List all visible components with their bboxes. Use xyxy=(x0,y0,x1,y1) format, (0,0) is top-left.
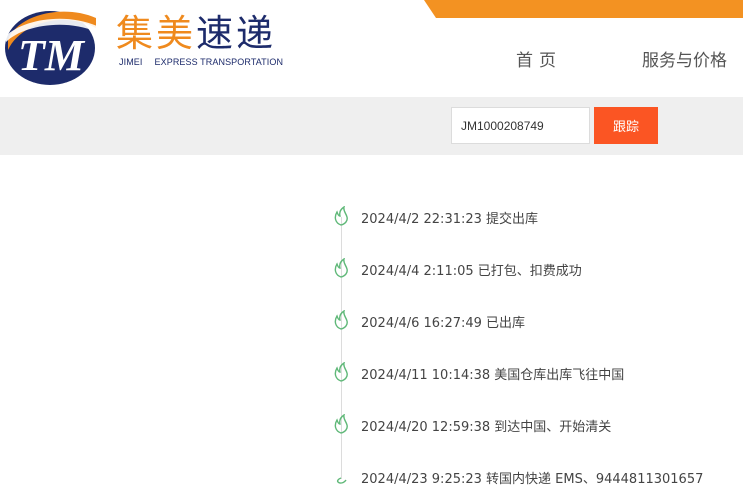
timeline-event-text: 2024/4/20 12:59:38 到达中国、开始清关 xyxy=(361,420,612,435)
header-accent-bar xyxy=(424,0,743,18)
leaf-icon xyxy=(334,362,348,382)
timeline-event-text: 2024/4/23 9:25:23 转国内快递 EMS、944481130165… xyxy=(361,472,704,487)
timeline-item: 2024/4/6 16:27:49 已出库 xyxy=(330,309,743,333)
leaf-icon xyxy=(334,310,348,330)
timeline-item: 2024/4/11 10:14:38 美国仓库出库飞往中国 xyxy=(330,361,743,385)
timeline-item: 2024/4/4 2:11:05 已打包、扣费成功 xyxy=(330,257,743,281)
leaf-icon xyxy=(334,414,348,434)
track-button[interactable]: 跟踪 xyxy=(594,107,658,144)
nav-home-link[interactable]: 首页 xyxy=(516,46,562,71)
site-header: TM 集美速递 JIMEI EXPRESS TRANSPORTATION 首页 服… xyxy=(0,0,743,97)
timeline-item: 2024/4/2 22:31:23 提交出库 xyxy=(330,205,743,229)
timeline-event-text: 2024/4/2 22:31:23 提交出库 xyxy=(361,212,539,227)
nav-services-pricing-link[interactable]: 服务与价格 xyxy=(642,46,727,71)
timeline-event-text: 2024/4/4 2:11:05 已打包、扣费成功 xyxy=(361,264,582,279)
leaf-icon xyxy=(334,258,348,278)
tracking-search-bar: 跟踪 xyxy=(0,97,743,155)
logo-letters: TM xyxy=(18,31,86,80)
timeline-item: 2024/4/20 12:59:38 到达中国、开始清关 xyxy=(330,413,743,437)
tracking-number-input[interactable] xyxy=(451,107,590,144)
brand-name-en-part2: EXPRESS TRANSPORTATION xyxy=(154,57,284,67)
brand-name-cn-part1: 集美 xyxy=(116,12,196,55)
timeline-item: 2024/4/23 9:25:23 转国内快递 EMS、944481130165… xyxy=(330,465,743,489)
brand-name-en-part1: JIMEI xyxy=(119,57,143,67)
brand-name-en: JIMEI EXPRESS TRANSPORTATION xyxy=(119,57,283,67)
brand-name-cn: 集美速递 xyxy=(116,12,276,56)
timeline-event-text: 2024/4/6 16:27:49 已出库 xyxy=(361,316,526,331)
leaf-icon xyxy=(336,477,347,484)
timeline-event-text: 2024/4/11 10:14:38 美国仓库出库飞往中国 xyxy=(361,368,625,383)
leaf-icon xyxy=(334,206,348,226)
brand-name-cn-part2: 速递 xyxy=(196,12,276,55)
tracking-timeline: 2024/4/2 22:31:23 提交出库 2024/4/4 2:11:05 … xyxy=(0,155,743,499)
jimei-logo-icon[interactable]: TM xyxy=(4,6,98,86)
